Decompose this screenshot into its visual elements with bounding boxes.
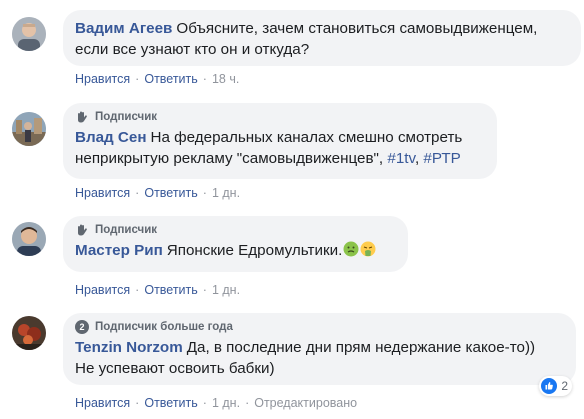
comment-author[interactable]: Мастер Рип [75,242,163,259]
separator: · [202,186,207,200]
like-button[interactable]: Нравится [75,396,130,410]
face-vomiting-icon [360,241,376,257]
comment-time[interactable]: 1 дн. [212,396,240,410]
avatar[interactable] [12,112,46,146]
comment-time[interactable]: 1 дн. [212,186,240,200]
separator: · [135,283,140,297]
like-button[interactable]: Нравится [75,186,130,200]
comment-time[interactable]: 18 ч. [212,72,239,86]
comment-author[interactable]: Вадим Агеев [75,20,172,37]
comment-text-line: Объясните, зачем становиться самовыдвиже… [176,20,538,37]
separator: · [135,186,140,200]
comment-bubble: Подписчик Влад Сен На федеральных каналах… [63,103,497,179]
hashtag-link[interactable]: #РТР [423,150,460,167]
edited-label[interactable]: Отредактировано [254,396,357,410]
avatar-photo-icon [12,112,46,146]
separator: · [202,396,207,410]
avatar[interactable] [12,17,46,51]
reaction-count: 2 [561,379,568,393]
comment-text-line: Да, в последние дни прям недержание како… [186,339,536,356]
badge-label: Подписчик больше года [95,321,233,333]
comment-text: Мастер Рип Японские Едромультики. [75,240,396,261]
separator: · [135,396,140,410]
reply-button[interactable]: Ответить [144,186,197,200]
comment-text: Вадим Агеев Объясните, зачем становиться … [75,18,569,60]
comment-text-line: неприкрытую рекламу "самовыдвиженцев", [75,150,384,167]
follower-badge: 2 Подписчик больше года [75,319,564,335]
comment-text-line: Не успевают освоить бабки) [75,360,275,377]
comment-time[interactable]: 1 дн. [212,283,240,297]
waving-hand-icon [75,110,89,124]
separator: · [202,72,207,86]
comment-actions: Нравится · Ответить · 18 ч. [75,71,239,87]
like-button[interactable]: Нравится [75,72,130,86]
comment-bubble: Вадим Агеев Объясните, зачем становиться … [63,10,581,66]
like-button[interactable]: Нравится [75,283,130,297]
follower-badge: Подписчик [75,222,396,238]
avatar[interactable] [12,316,46,350]
comment-text: Влад Сен На федеральных каналах смешно см… [75,127,485,169]
badge-label: Подписчик [95,111,158,123]
comment-actions: Нравится · Ответить · 1 дн. [75,282,240,298]
avatar[interactable] [12,222,46,256]
comment-bubble: 2 Подписчик больше года Tenzin Norzom Да,… [63,313,576,385]
waving-hand-icon [75,223,89,237]
comment-text-line: На федеральных каналах смешно смотреть [150,129,463,146]
separator: · [135,72,140,86]
avatar-photo-icon [12,316,46,350]
comment-author[interactable]: Tenzin Norzom [75,339,183,356]
like-icon [541,378,558,394]
badge-label: Подписчик [95,224,158,236]
hashtag-link[interactable]: #1tv [387,150,415,167]
comment-author[interactable]: Влад Сен [75,129,147,146]
follower-badge: Подписчик [75,109,485,125]
comment-bubble: Подписчик Мастер Рип Японские Едромультик… [63,216,408,272]
avatar-photo-icon [12,222,46,256]
separator: · [202,283,207,297]
comment-actions: Нравится · Ответить · 1 дн. · Отредактир… [75,395,357,411]
separator: · [245,396,250,410]
reaction-summary[interactable]: 2 [539,376,572,396]
badge-count: 2 [75,320,89,334]
comment-text-line: Японские Едромультики. [166,242,343,259]
comment-text: Tenzin Norzom Да, в последние дни прям не… [75,337,564,379]
nauseated-face-icon [343,241,359,257]
avatar-photo-icon [12,17,46,51]
reply-button[interactable]: Ответить [144,283,197,297]
reply-button[interactable]: Ответить [144,396,197,410]
comment-actions: Нравится · Ответить · 1 дн. [75,185,240,201]
reply-button[interactable]: Ответить [144,72,197,86]
comment-text-line: если все узнают кто он и откуда? [75,41,310,58]
